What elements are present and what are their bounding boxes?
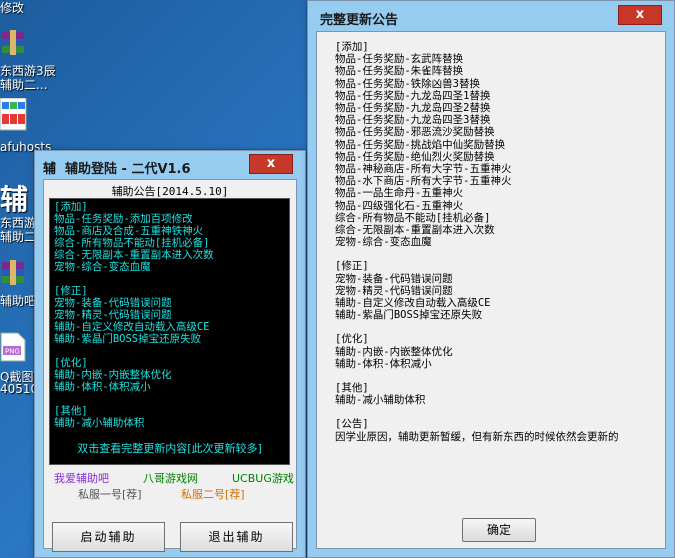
notice-line: 物品-任务奖励-九龙岛四圣2替换 bbox=[335, 102, 491, 115]
console-line: 物品-任务奖励-添加百项修改 bbox=[54, 213, 193, 225]
app-icon: 辅 bbox=[43, 162, 57, 177]
desktop-label-top: 修改 bbox=[0, 1, 25, 15]
notice-section-header: [优化] bbox=[335, 333, 369, 346]
notice-line: 综合-所有物品不能动[挂机必备] bbox=[335, 211, 491, 224]
notice-line: 辅助-自定义修改自动载入高级CE bbox=[335, 297, 491, 310]
notice-window-title: 完整更新公告 bbox=[320, 13, 399, 28]
console-line: 综合-所有物品不能动[挂机必备] bbox=[54, 237, 210, 249]
update-notice-window: 完整更新公告 x [添加] 物品-任务奖励-玄武阵替换 物品-任务奖励-朱雀阵替… bbox=[307, 0, 675, 558]
desktop-label-game-2: 辅助二... bbox=[0, 78, 48, 92]
announcement-console[interactable]: [添加] 物品-任务奖励-添加百项修改 物品-商店及合成-五重神铁神火 综合-所… bbox=[49, 198, 290, 465]
console-line: 辅助-自定义修改自动载入高级CE bbox=[54, 321, 210, 333]
svg-text:PNG: PNG bbox=[5, 348, 20, 356]
console-section-header: [其他] bbox=[54, 405, 88, 417]
link-private-server-1[interactable]: 私服一号[荐] bbox=[78, 486, 142, 502]
close-icon: x bbox=[635, 7, 645, 22]
link-ucbug[interactable]: UCBUG游戏 bbox=[232, 470, 294, 486]
console-line: 宠物-装备-代码错误问题 bbox=[54, 297, 172, 309]
desktop-label-game-4: 辅助二 bbox=[0, 230, 37, 244]
console-line: 综合-无限副本-重置副本进入次数 bbox=[54, 249, 214, 261]
announcement-header: 辅助公告[2014.5.10] bbox=[111, 185, 229, 198]
notice-line: 宠物-精灵-代码错误问题 bbox=[335, 284, 453, 297]
console-line: 辅助-紫晶门BOSS掉宝还原失败 bbox=[54, 333, 202, 345]
assistant-window-title: 辅助登陆 - 二代V1.6 bbox=[65, 162, 191, 177]
notice-line: 物品-任务奖励-九龙岛四圣3替换 bbox=[335, 114, 491, 127]
assistant-login-window: 辅 辅助登陆 - 二代V1.6 x 辅助公告[2014.5.10] [添加] 物… bbox=[34, 150, 306, 558]
png-file-icon[interactable]: PNG bbox=[0, 332, 26, 365]
assistant-close-button[interactable]: x bbox=[249, 154, 293, 174]
notice-line: 因学业原因，辅助更新暂缓，但有新东西的时候依然会更新的 bbox=[335, 430, 619, 443]
notice-line: 物品-任务奖励-挑战焰中仙奖励替换 bbox=[335, 138, 506, 151]
notice-line: 物品-任务奖励-绝仙烈火奖励替换 bbox=[335, 150, 495, 163]
console-section-header: [添加] bbox=[54, 201, 88, 213]
notice-section-header: [其他] bbox=[335, 382, 369, 395]
notice-text: [添加] 物品-任务奖励-玄武阵替换 物品-任务奖励-朱雀阵替换 物品-任务奖励… bbox=[335, 41, 661, 443]
console-line: 宠物-精灵-代码错误问题 bbox=[54, 309, 172, 321]
link-private-server-2[interactable]: 私服二号[荐] bbox=[181, 486, 245, 502]
notice-line: 宠物-综合-变态血魔 bbox=[335, 236, 432, 249]
console-line: 辅助-体积-体积减小 bbox=[54, 381, 151, 393]
notice-section-header: [修正] bbox=[335, 260, 369, 273]
console-line: 物品-商店及合成-五重神铁神火 bbox=[54, 225, 204, 237]
console-line: 辅助-内嵌-内嵌整体优化 bbox=[54, 369, 172, 381]
link-bage[interactable]: 八哥游戏网 bbox=[143, 470, 198, 486]
winrar-archive-icon-2[interactable] bbox=[0, 258, 28, 291]
notice-line: 物品-水下商店-所有大字节-五重神火 bbox=[335, 175, 512, 188]
notice-line: 辅助-减小辅助体积 bbox=[335, 394, 426, 407]
hosts-tool-icon[interactable] bbox=[0, 97, 28, 135]
desktop-big-char: 辅 bbox=[0, 183, 29, 216]
notice-line: 宠物-装备-代码错误问题 bbox=[335, 272, 453, 285]
notice-section-header: [公告] bbox=[335, 418, 369, 431]
link-tieba[interactable]: 我爱辅助吧 bbox=[54, 470, 109, 486]
notice-line: 物品-任务奖励-邪恶流沙奖励替换 bbox=[335, 126, 495, 139]
notice-titlebar[interactable]: 完整更新公告 x bbox=[308, 1, 674, 31]
close-icon: x bbox=[266, 156, 276, 171]
assistant-client-area: 辅助公告[2014.5.10] [添加] 物品-任务奖励-添加百项修改 物品-商… bbox=[43, 179, 297, 552]
notice-line: 物品-任务奖励-九龙岛四圣1替换 bbox=[335, 89, 491, 102]
notice-line: 辅助-紫晶门BOSS掉宝还原失败 bbox=[335, 309, 483, 322]
winrar-archive-icon[interactable] bbox=[0, 28, 28, 61]
view-full-update-link[interactable]: 双击查看完整更新内容[此次更新较多] bbox=[50, 440, 289, 456]
notice-line: 物品-一品生命丹-五重神火 bbox=[335, 187, 464, 200]
notice-line: 辅助-体积-体积减小 bbox=[335, 357, 432, 370]
console-line: 宠物-综合-变态血魔 bbox=[54, 261, 151, 273]
notice-line: 物品-任务奖励-朱雀阵替换 bbox=[335, 65, 464, 78]
notice-line: 物品-任务奖励-玄武阵替换 bbox=[335, 53, 464, 66]
notice-line: 综合-无限副本-重置副本进入次数 bbox=[335, 224, 495, 237]
notice-close-button[interactable]: x bbox=[618, 5, 662, 25]
console-section-header: [修正] bbox=[54, 285, 88, 297]
notice-line: 物品-四级强化石-五重神火 bbox=[335, 199, 464, 212]
notice-client-area: [添加] 物品-任务奖励-玄武阵替换 物品-任务奖励-朱雀阵替换 物品-任务奖励… bbox=[316, 31, 666, 549]
exit-assistant-button[interactable]: 退出辅助 bbox=[180, 522, 293, 552]
notice-line: 物品-神秘商店-所有大字节-五重神火 bbox=[335, 163, 512, 176]
assistant-titlebar[interactable]: 辅 辅助登陆 - 二代V1.6 x bbox=[35, 151, 305, 181]
notice-section-header: [添加] bbox=[335, 41, 369, 53]
console-line: 辅助-减小辅助体积 bbox=[54, 417, 145, 429]
notice-line: 物品-任务奖励-铁除凶兽3替换 bbox=[335, 77, 480, 90]
notice-line: 辅助-内嵌-内嵌整体优化 bbox=[335, 345, 453, 358]
console-text: [添加] 物品-任务奖励-添加百项修改 物品-商店及合成-五重神铁神火 综合-所… bbox=[54, 201, 287, 429]
ok-button[interactable]: 确定 bbox=[462, 518, 536, 542]
start-assistant-button[interactable]: 启动辅助 bbox=[52, 522, 165, 552]
console-section-header: [优化] bbox=[54, 357, 88, 369]
